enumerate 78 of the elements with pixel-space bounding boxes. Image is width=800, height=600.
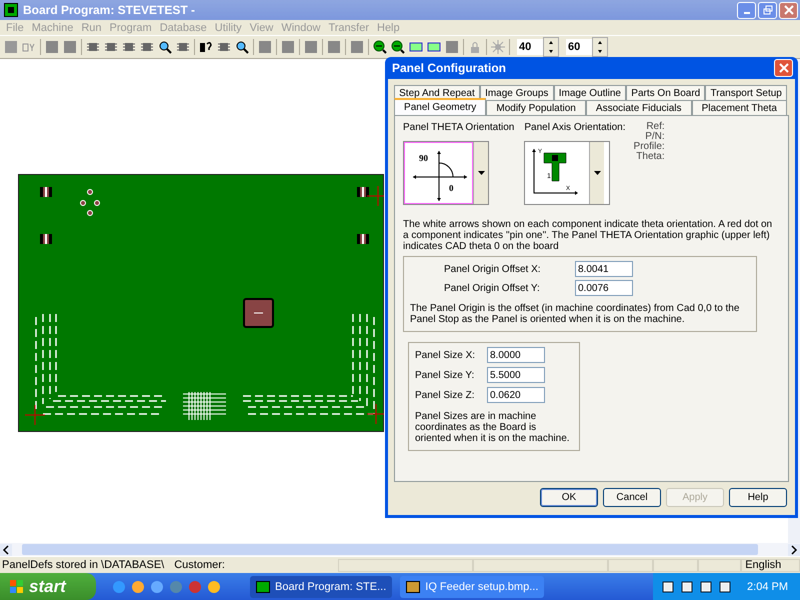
status-pane: [653, 558, 698, 572]
close-button[interactable]: [779, 2, 798, 18]
taskbar-button[interactable]: IQ Feeder setup.bmp...: [400, 576, 544, 598]
language-indicator: English: [741, 558, 800, 572]
dropdown-arrow-icon: [594, 171, 601, 175]
minimize-button[interactable]: [737, 2, 756, 18]
dialog-button[interactable]: OK: [540, 488, 598, 507]
close-button[interactable]: [774, 59, 793, 77]
field-label: Panel Size Z:: [415, 390, 476, 400]
circuit-board-icon: [544, 152, 567, 182]
close-icon: [778, 63, 788, 73]
theta-orientation-dropdown[interactable]: 90 0: [403, 141, 489, 205]
angle-label: 0: [449, 183, 454, 193]
input-field[interactable]: 8.0000: [487, 347, 545, 363]
chip-icon[interactable]: [217, 40, 231, 54]
input-field[interactable]: 0.0076: [575, 280, 633, 296]
axis-drawing: [532, 148, 578, 195]
square-icon[interactable]: [63, 40, 77, 54]
chip-icon[interactable]: [176, 40, 190, 54]
info-label: Ref:: [646, 122, 665, 132]
chip-icon[interactable]: [122, 40, 136, 54]
app-icon: [406, 580, 420, 592]
theta-orientation-label: Panel THETA Orientation: [403, 122, 514, 133]
square-icon[interactable]: [45, 40, 59, 54]
tab[interactable]: Modify Population: [486, 100, 586, 115]
field-label: Panel Origin Offset X:: [443, 264, 542, 274]
restore-icon: [762, 5, 772, 15]
magnifier-icon[interactable]: [158, 40, 172, 54]
number-spinner[interactable]: 60: [566, 39, 608, 55]
window-icon[interactable]: [409, 40, 423, 54]
tab[interactable]: Placement Theta: [692, 100, 788, 115]
restore-button[interactable]: [758, 2, 777, 18]
zoom-out-icon[interactable]: [391, 40, 405, 54]
windows-logo-icon: [10, 580, 24, 594]
status-pane: [698, 558, 742, 572]
board-icon: [4, 3, 18, 17]
dialog-button[interactable]: Cancel: [603, 488, 661, 507]
close-icon: [784, 5, 794, 15]
app-icon: [256, 580, 270, 592]
window-icon[interactable]: [427, 40, 441, 54]
size-note: Panel Sizes are in machine coordinates as the Board is oriented when it is on the machine.: [415, 411, 571, 444]
input-field[interactable]: 8.0041: [575, 261, 633, 277]
tab[interactable]: Panel Geometry: [394, 98, 486, 115]
taskbar-button[interactable]: Board Program: STE...: [250, 576, 392, 598]
dropdown-arrow-icon: [478, 171, 485, 175]
horizontal-scrollbar[interactable]: [0, 543, 800, 556]
scroll-thumb[interactable]: [22, 544, 758, 555]
dialog-button[interactable]: Help: [729, 488, 787, 507]
dialog-title: Panel Configuration: [392, 61, 506, 75]
field-label: Panel Origin Offset Y:: [443, 282, 541, 294]
magnifier-icon[interactable]: [235, 40, 249, 54]
tab[interactable]: Transport Setup: [705, 85, 788, 100]
chip-icon[interactable]: [86, 40, 100, 54]
tab[interactable]: Image Groups: [480, 85, 554, 100]
field-label: Panel Size Y:: [415, 370, 476, 380]
chip-icon[interactable]: [140, 40, 154, 54]
info-label: P/N:: [645, 132, 665, 142]
theta-note: The white arrows shown on each component indicate theta orientation. A red dot on a component indicates ''pin one''. The Panel THETA Orientation graphic (upper left) indicates CAD theta 0 on the board: [403, 219, 774, 252]
customer-label: Customer:: [173, 559, 226, 571]
angle-label: 90: [419, 153, 428, 163]
right-arrow-icon[interactable]: [788, 544, 800, 556]
input-field[interactable]: 0.0620: [487, 387, 545, 403]
theta-axes-drawing: [412, 150, 468, 202]
origin-note: The Panel Origin is the offset (in machine coordinates) from Cad 0,0 to the Panel Stop as the Panel is oriented when it is on the machine.: [410, 303, 740, 325]
input-field[interactable]: 5.5000: [487, 367, 545, 383]
tab[interactable]: Parts On Board: [626, 85, 706, 100]
number-spinner[interactable]: 40: [517, 39, 559, 55]
chip-icon[interactable]: [104, 40, 118, 54]
clock: 2:04 PM: [747, 580, 788, 592]
tab[interactable]: Associate Fiducials: [586, 100, 692, 115]
left-arrow-icon[interactable]: [0, 544, 12, 556]
tab[interactable]: Image Outline: [554, 85, 626, 100]
field-label: Panel Size X:: [415, 350, 476, 360]
status-text: PanelDefs stored in \DATABASE\: [1, 559, 164, 571]
info-label: Profile:: [634, 142, 665, 152]
window-title: Board Program: STEVETEST -: [23, 3, 196, 17]
info-label: Theta:: [636, 152, 665, 162]
axis-orientation-label: Panel Axis Orientation:: [524, 122, 626, 133]
